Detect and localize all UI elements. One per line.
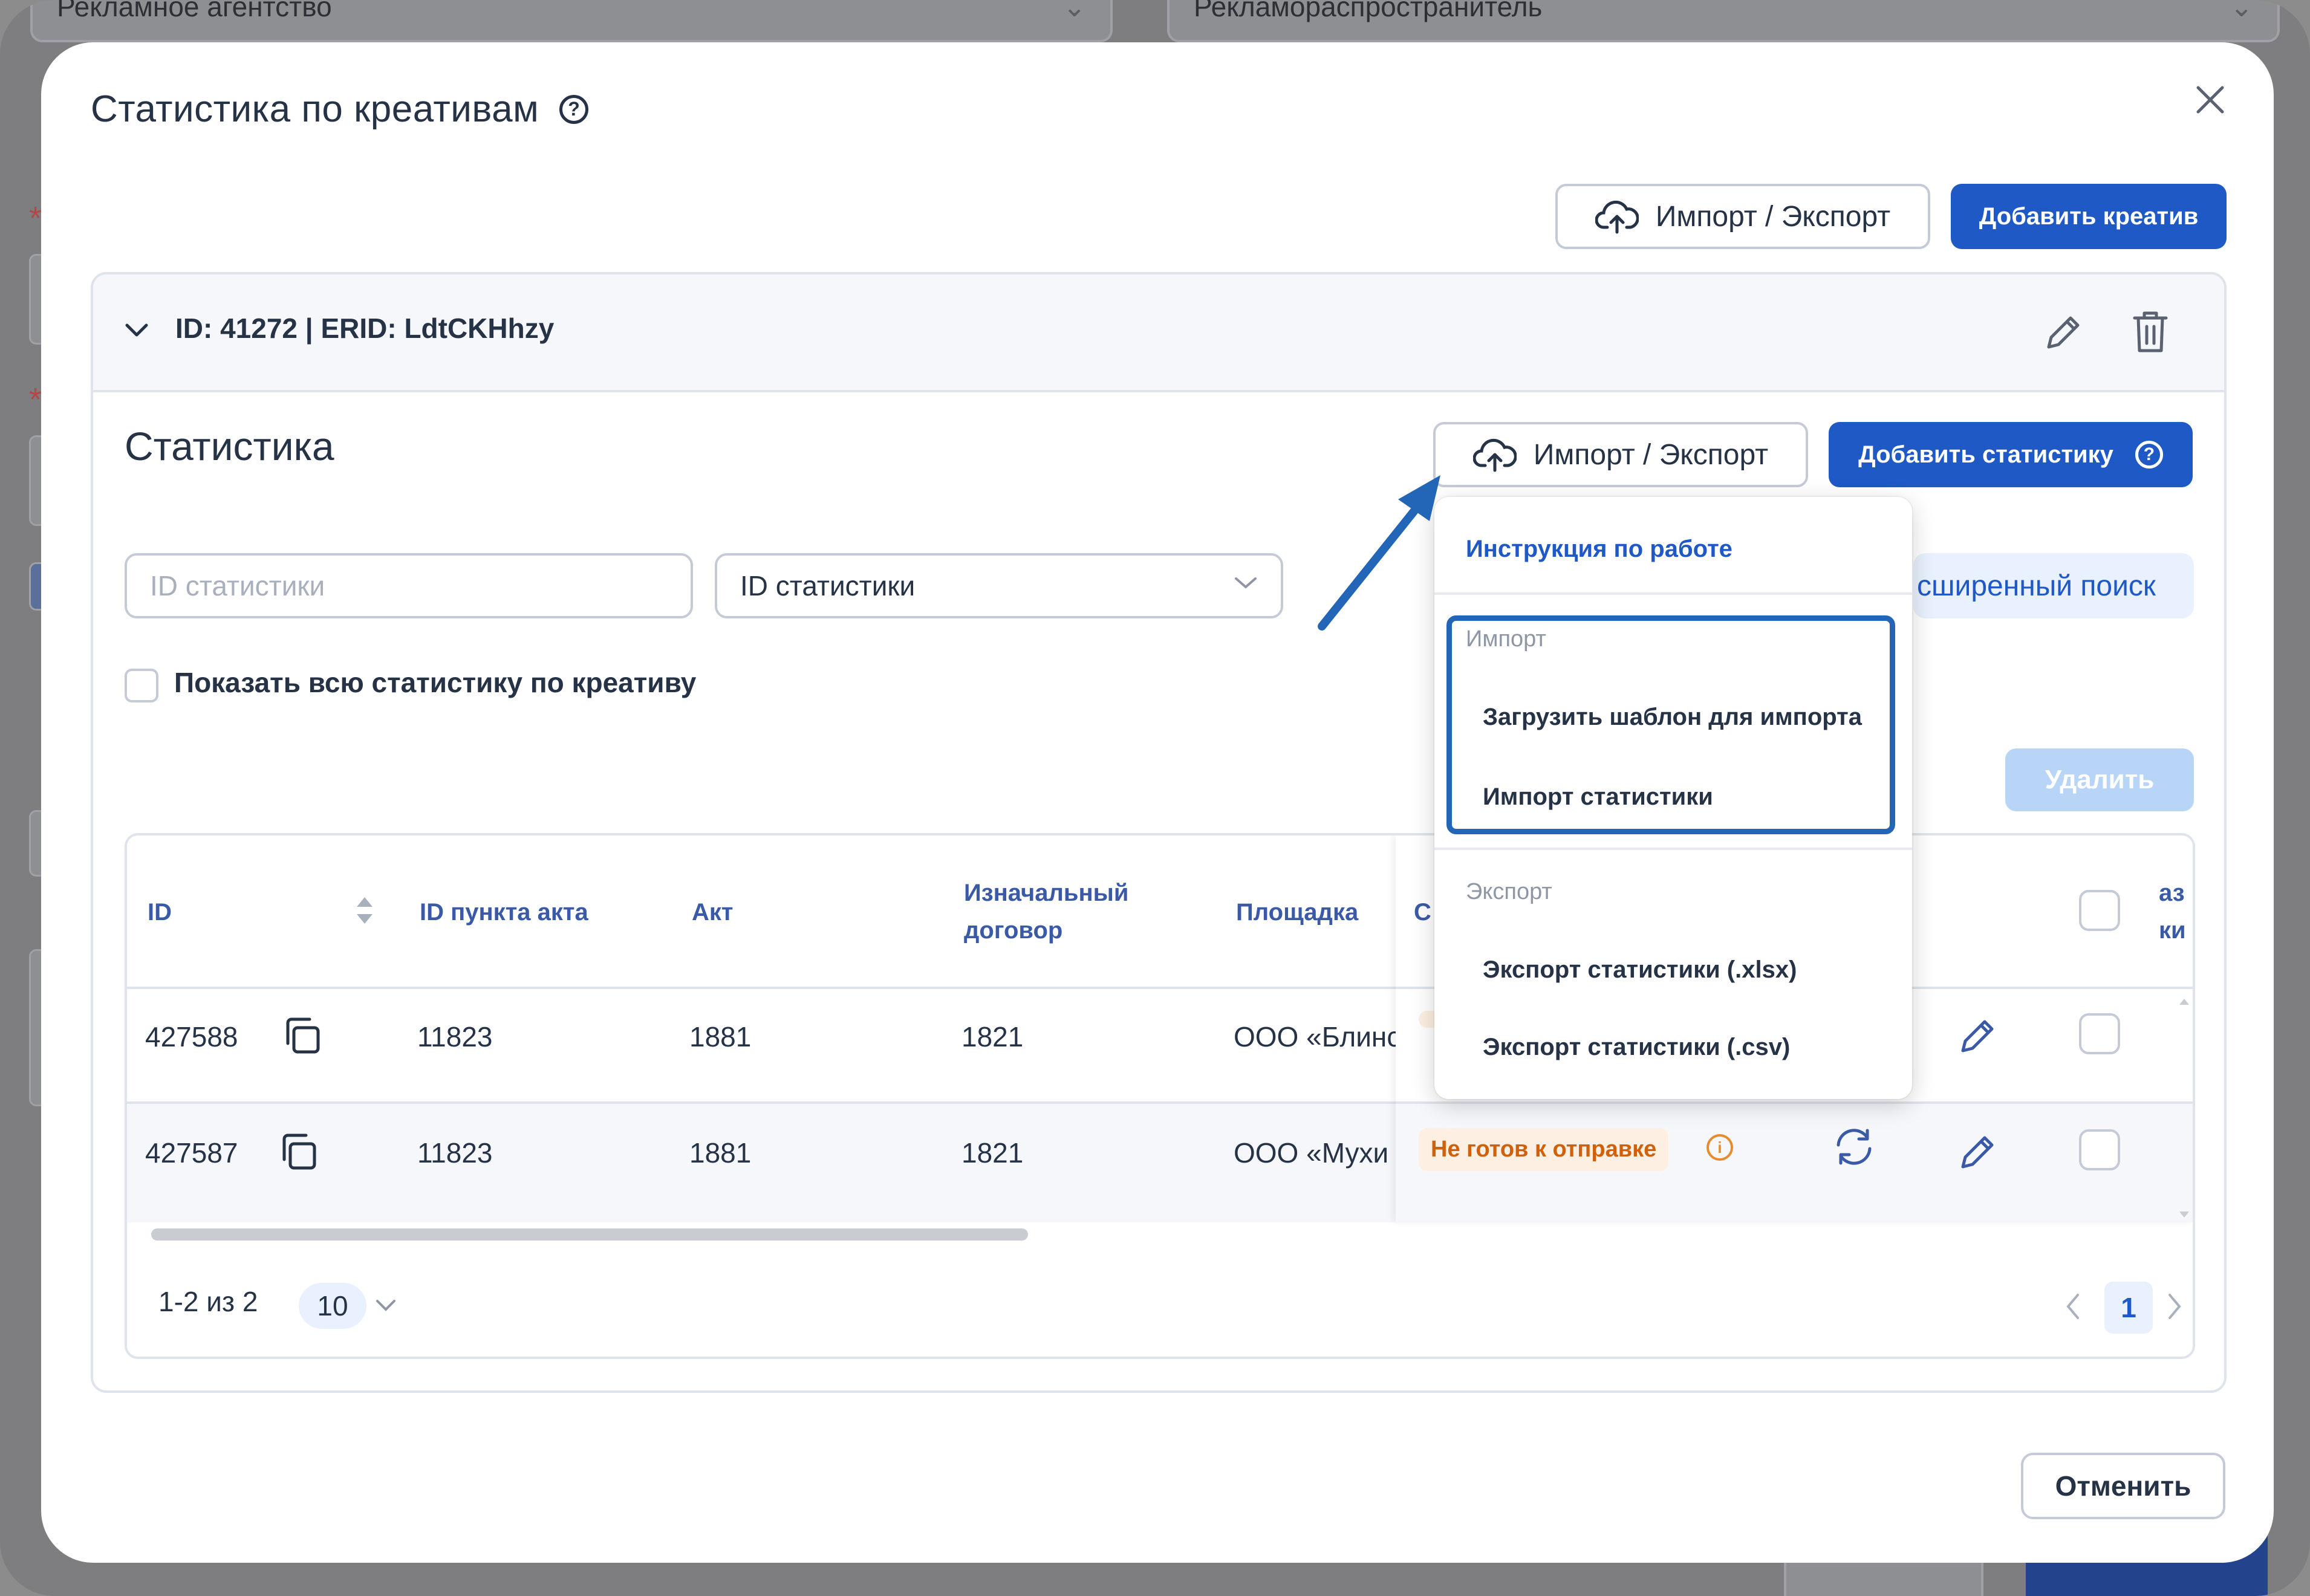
page-1-button[interactable]: 1 [2104,1282,2153,1334]
chevron-left-icon[interactable] [2063,1291,2081,1322]
row2-contract: 1821 [961,1137,1024,1169]
agency-select-label: Рекламное агентство [57,0,332,22]
add-statistics-label: Добавить статистику [1858,441,2113,468]
menu-item-instruction[interactable]: Инструкция по работе [1466,536,1732,563]
menu-divider [1434,592,1912,595]
creative-card-header[interactable]: ID: 41272 | ERID: LdtCKHhzy [93,274,2224,392]
close-icon [2196,86,2224,114]
menu-group-export: Экспорт [1466,879,1552,904]
column-header-contract[interactable]: Изначальный договор [964,874,1128,949]
row2-id: 427587 [145,1137,238,1169]
column-header-act[interactable]: Акт [692,894,734,931]
distributor-select: Рекламораспространитель ⌄ [1167,0,2280,42]
column-header-status[interactable]: С [1414,894,1431,931]
refresh-icon[interactable] [1830,1126,1878,1168]
menu-item-export-xlsx[interactable]: Экспорт статистики (.xlsx) [1483,956,1797,984]
add-creative-label: Добавить креатив [1979,203,2199,230]
row2-status-badge: Не готов к отправке [1419,1128,1669,1171]
page-size-select[interactable]: 10 [299,1283,366,1329]
cancel-button[interactable]: Отменить [2021,1453,2225,1519]
help-icon[interactable]: ? [559,94,589,124]
column-header-truncated-line1: аз [2159,880,2185,906]
chevron-right-icon[interactable] [2166,1291,2184,1322]
agency-select: Рекламное агентство ⌄ [30,0,1113,42]
chevron-down-icon: ⌄ [1062,0,1086,22]
row1-act-item: 11823 [417,1021,493,1053]
column-header-truncated-line2: ки [2159,917,2186,944]
advanced-search-button[interactable]: сширенный поиск [1913,553,2194,618]
pagination-range: 1-2 из 2 [158,1286,258,1317]
chevron-down-icon[interactable] [123,322,150,340]
menu-item-export-csv[interactable]: Экспорт статистики (.csv) [1483,1034,1790,1061]
required-mark: * [29,200,42,236]
search-field-select[interactable]: ID статистики [715,553,1283,618]
add-statistics-button[interactable]: Добавить статистику ? [1829,422,2193,487]
row1-checkbox[interactable] [2079,1013,2120,1054]
required-mark: * [29,381,42,418]
vertical-scrollbar[interactable] [2177,996,2191,1220]
current-page-label: 1 [2121,1292,2136,1323]
menu-divider [1434,848,1912,850]
modal-title-text: Статистика по креативам [91,88,539,130]
info-icon[interactable]: i [1706,1134,1733,1161]
row1-act: 1881 [689,1021,752,1053]
stats-import-export-button[interactable]: Импорт / Экспорт [1433,422,1808,487]
statistics-title: Статистика [125,424,334,469]
statistics-id-placeholder: ID статистики [150,570,325,602]
column-header-contract-line2: договор [964,917,1063,944]
show-all-label: Показать всю статистику по креативу [174,667,697,698]
sort-icon[interactable] [354,894,375,927]
page-size-value: 10 [317,1290,348,1322]
delete-label: Удалить [2045,765,2155,794]
chevron-down-icon: ⌄ [2230,0,2253,22]
row1-id: 427588 [145,1021,238,1053]
cancel-label: Отменить [2055,1470,2191,1502]
column-header-contract-line1: Изначальный [964,880,1129,906]
trash-icon[interactable] [2131,308,2170,355]
chevron-down-icon [1235,577,1257,589]
import-export-button[interactable]: Импорт / Экспорт [1555,184,1930,249]
copy-icon[interactable] [277,1130,319,1173]
delete-button[interactable]: Удалить [2005,748,2194,811]
annotation-highlight-box [1446,615,1895,834]
help-icon[interactable]: ? [2135,441,2163,469]
statistics-id-input[interactable]: ID статистики [125,553,693,618]
advanced-search-label: сширенный поиск [1917,569,2156,602]
select-all-checkbox[interactable] [2079,890,2120,931]
copy-icon[interactable] [281,1014,323,1057]
row2-checkbox[interactable] [2079,1129,2120,1170]
row2-platform: ООО «Мухи [1234,1137,1389,1169]
show-all-checkbox[interactable] [125,669,158,702]
column-header-id[interactable]: ID [148,894,172,931]
import-export-label: Импорт / Экспорт [1655,200,1891,233]
horizontal-scrollbar[interactable] [151,1228,1028,1241]
row2-act: 1881 [689,1137,752,1169]
column-header-truncated: аз ки [2159,874,2186,949]
cloud-upload-icon [1472,438,1517,472]
column-header-act-item[interactable]: ID пункта акта [420,894,588,931]
row1-contract: 1821 [961,1021,1024,1053]
chevron-down-icon[interactable] [375,1297,397,1313]
cloud-upload-icon [1595,200,1639,234]
statistics-modal: Статистика по креативам ? Импорт / Экспо… [41,42,2274,1563]
edit-icon[interactable] [2040,310,2086,355]
modal-title: Статистика по креативам ? [91,88,589,131]
edit-icon[interactable] [1956,1130,1999,1174]
column-header-platform[interactable]: Площадка [1236,894,1358,931]
search-field-value: ID статистики [740,570,916,602]
row2-act-item: 11823 [417,1137,493,1169]
creative-id-title: ID: 41272 | ERID: LdtCKHhzy [175,313,555,344]
import-export-menu: Инструкция по работе Импорт Загрузить ша… [1434,497,1912,1099]
distributor-select-label: Рекламораспространитель [1194,0,1543,22]
row1-platform: ООО «Блинс [1234,1021,1397,1053]
close-button[interactable] [2189,79,2231,121]
add-creative-button[interactable]: Добавить креатив [1951,184,2227,249]
stats-import-export-label: Импорт / Экспорт [1533,438,1769,471]
edit-icon[interactable] [1956,1014,1999,1058]
